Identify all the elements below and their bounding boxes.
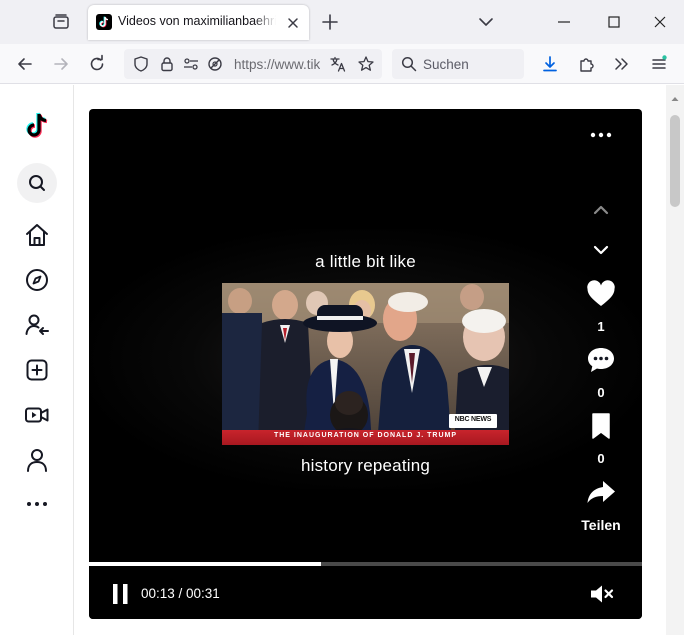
lock-icon[interactable] [158, 55, 176, 73]
next-video-chevron-down-icon[interactable] [584, 233, 618, 267]
back-arrow-icon[interactable] [15, 54, 35, 74]
tab-list-icon[interactable] [50, 11, 72, 33]
search-bar[interactable]: Suchen [392, 49, 524, 79]
like-count: 1 [597, 319, 605, 334]
maximize-window-icon[interactable] [604, 12, 624, 32]
minimize-window-icon[interactable] [554, 12, 574, 32]
tiktok-page: a little bit like NBC NEWS THE INAUGURAT… [0, 85, 684, 635]
tiktok-favicon-icon [96, 14, 112, 30]
sidebar-search-button[interactable] [17, 163, 57, 203]
url-text[interactable]: https://www.tiktok.com [234, 57, 320, 72]
chevron-down-icon[interactable] [476, 12, 496, 32]
forward-arrow-icon[interactable] [51, 54, 71, 74]
video-frame[interactable]: NBC NEWS THE INAUGURATION OF DONALD J. T… [222, 283, 509, 445]
extensions-puzzle-icon[interactable] [577, 54, 597, 74]
search-input[interactable]: Suchen [423, 57, 469, 72]
save-bookmark-icon[interactable] [584, 409, 618, 443]
comment-bubble-icon[interactable] [584, 343, 618, 377]
chyron-text: THE INAUGURATION OF DONALD J. TRUMP [273, 432, 458, 439]
live-video-icon[interactable] [24, 402, 50, 428]
tiktok-sidebar [0, 85, 74, 635]
muted-speaker-icon[interactable] [589, 582, 615, 606]
download-icon[interactable] [540, 54, 560, 74]
permissions-icon[interactable] [182, 55, 200, 73]
comment-count: 0 [597, 385, 605, 400]
tiktok-logo-icon[interactable] [24, 111, 50, 138]
scroll-thumb[interactable] [670, 115, 680, 207]
scroll-up-arrow-icon[interactable] [670, 91, 680, 101]
tab-close-icon[interactable] [284, 14, 302, 32]
video-more-options-icon[interactable] [589, 127, 613, 143]
browser-tab[interactable]: Videos von maximilianbaehring [88, 5, 309, 40]
tracking-blocked-icon[interactable] [206, 55, 224, 73]
browser-nav-bar: https://www.tiktok.com Suchen [0, 44, 684, 84]
url-bar[interactable]: https://www.tiktok.com [124, 49, 382, 79]
browser-tab-bar: Videos von maximilianbaehring [0, 0, 684, 44]
profile-user-icon[interactable] [24, 447, 50, 473]
new-tab-icon[interactable] [320, 12, 340, 32]
like-heart-icon[interactable] [584, 277, 618, 311]
explore-compass-icon[interactable] [24, 267, 50, 293]
tab-title: Videos von maximilianbaehring [118, 14, 276, 28]
search-icon [29, 175, 45, 191]
reload-icon[interactable] [87, 54, 107, 74]
following-user-icon[interactable] [24, 312, 50, 338]
hamburger-menu-icon[interactable] [649, 54, 669, 74]
share-label[interactable]: Teilen [569, 517, 633, 533]
video-controls: 00:13 / 00:31 [89, 566, 642, 619]
video-player[interactable]: a little bit like NBC NEWS THE INAUGURAT… [89, 109, 642, 619]
home-icon[interactable] [24, 222, 50, 248]
news-network-badge: NBC NEWS [449, 414, 497, 428]
shield-icon[interactable] [132, 55, 150, 73]
caption-bottom: history repeating [300, 456, 431, 475]
news-chyron: THE INAUGURATION OF DONALD J. TRUMP [222, 430, 509, 445]
more-dots-icon[interactable] [24, 491, 50, 517]
upload-plus-icon[interactable] [24, 357, 50, 383]
share-arrow-icon[interactable] [584, 475, 618, 509]
save-count: 0 [597, 451, 605, 466]
video-time: 00:13 / 00:31 [141, 586, 220, 601]
page-scrollbar[interactable] [666, 85, 684, 635]
close-window-icon[interactable] [650, 12, 670, 32]
search-icon [400, 55, 418, 73]
translate-icon[interactable] [329, 55, 347, 73]
news-badge-text: NBC NEWS [454, 416, 492, 423]
caption-top: a little bit like [315, 252, 416, 271]
overflow-chevrons-icon[interactable] [612, 54, 632, 74]
bookmark-star-icon[interactable] [357, 55, 375, 73]
pause-icon[interactable] [111, 583, 131, 605]
previous-video-chevron-up-icon[interactable] [584, 193, 618, 227]
